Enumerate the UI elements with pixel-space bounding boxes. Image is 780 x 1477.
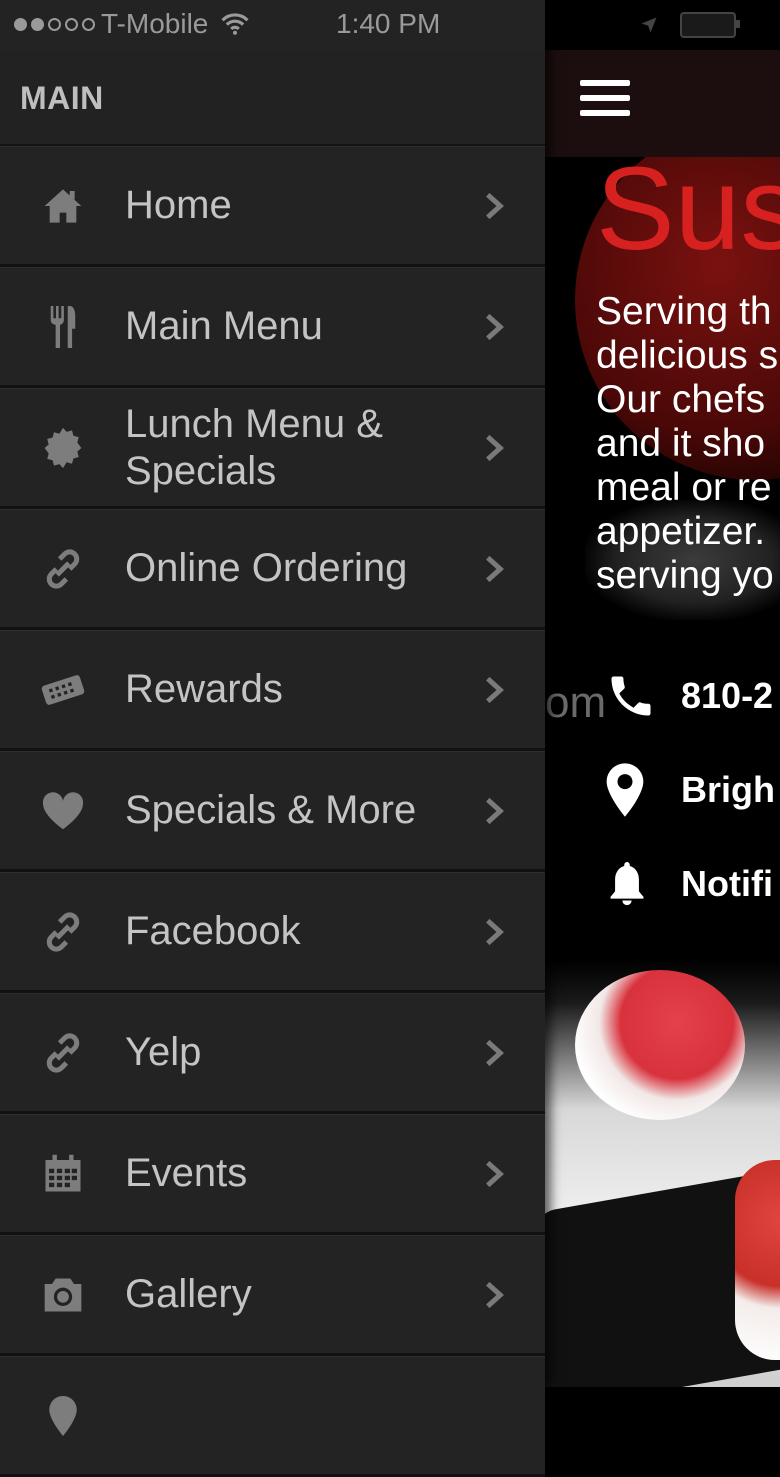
menu-item-partial[interactable]	[0, 1356, 545, 1477]
menu-item-label: Online Ordering	[125, 546, 408, 590]
status-bar: T-Mobile 1:40 PM	[0, 0, 780, 52]
menu-item-gallery[interactable]: Gallery	[0, 1235, 545, 1356]
menu-item-label: Home	[125, 183, 232, 227]
battery-icon	[680, 12, 740, 38]
phone-icon	[605, 668, 663, 724]
carrier-name: T-Mobile	[101, 8, 209, 39]
hero-description: Serving th delicious s Our chefs and it …	[596, 290, 779, 597]
chevron-right-icon	[480, 917, 510, 947]
chevron-right-icon	[480, 1159, 510, 1189]
menu-item-lunch-menu[interactable]: Lunch Menu & Specials	[0, 388, 545, 509]
carrier-group: T-Mobile	[14, 8, 250, 40]
map-pin-icon	[605, 762, 663, 818]
menu-item-main-menu[interactable]: Main Menu	[0, 267, 545, 388]
chevron-right-icon	[480, 796, 510, 826]
notifications-row[interactable]: Notifi	[605, 856, 773, 912]
wifi-icon	[220, 12, 250, 36]
menu-item-online-ordering[interactable]: Online Ordering	[0, 509, 545, 630]
section-title: MAIN	[20, 80, 104, 116]
menu-item-specials-more[interactable]: Specials & More	[0, 751, 545, 872]
menu-item-label: Lunch Menu & Specials	[125, 401, 383, 493]
location-row[interactable]: Brigh	[605, 762, 775, 818]
status-right-group	[640, 12, 740, 38]
phone-row[interactable]: 810-2	[605, 668, 773, 724]
chevron-right-icon	[480, 1280, 510, 1310]
food-photo	[545, 960, 780, 1387]
calendar-icon	[38, 1152, 88, 1196]
menu-item-rewards[interactable]: Rewards	[0, 630, 545, 751]
notifications-label: Notifi	[681, 863, 773, 904]
hero-title: Sus	[596, 143, 780, 275]
fork-knife-icon	[38, 305, 88, 349]
drawer-menu: Home Main Menu Lunch Menu & Specials Onl…	[0, 146, 545, 1477]
menu-item-label: Events	[125, 1151, 248, 1195]
link-icon	[38, 910, 88, 954]
menu-item-facebook[interactable]: Facebook	[0, 872, 545, 993]
map-pin-icon	[38, 1394, 88, 1438]
chevron-right-icon	[480, 191, 510, 221]
faded-text: om	[545, 678, 607, 727]
bell-icon	[605, 856, 663, 912]
home-icon	[38, 184, 88, 228]
chevron-right-icon	[480, 675, 510, 705]
main-content-panel: Sus Serving th delicious s Our chefs and…	[545, 0, 780, 1387]
chevron-right-icon	[480, 1038, 510, 1068]
menu-item-label: Yelp	[125, 1030, 202, 1074]
phone-number: 810-2	[681, 675, 774, 716]
menu-item-label: Main Menu	[125, 304, 323, 348]
location-arrow-icon	[640, 16, 658, 34]
menu-item-label: Gallery	[125, 1272, 252, 1316]
link-icon	[38, 547, 88, 591]
side-drawer: MAIN Home Main Menu Lunch Menu & Special…	[0, 0, 545, 1477]
chevron-right-icon	[480, 554, 510, 584]
badge-icon	[38, 426, 88, 470]
ticket-icon	[38, 668, 88, 712]
menu-item-label: Rewards	[125, 667, 283, 711]
location-name: Brigh	[681, 769, 775, 810]
chevron-right-icon	[480, 312, 510, 342]
hamburger-menu-icon[interactable]	[580, 80, 630, 118]
menu-item-events[interactable]: Events	[0, 1114, 545, 1235]
signal-strength-icon	[14, 17, 95, 31]
menu-item-yelp[interactable]: Yelp	[0, 993, 545, 1114]
clock: 1:40 PM	[336, 8, 441, 39]
drawer-header: MAIN	[0, 52, 545, 147]
menu-item-home[interactable]: Home	[0, 146, 545, 267]
chevron-right-icon	[480, 433, 510, 463]
heart-icon	[38, 789, 88, 833]
camera-icon	[38, 1273, 88, 1317]
menu-item-label: Facebook	[125, 909, 301, 953]
link-icon	[38, 1031, 88, 1075]
menu-item-label: Specials & More	[125, 788, 417, 832]
